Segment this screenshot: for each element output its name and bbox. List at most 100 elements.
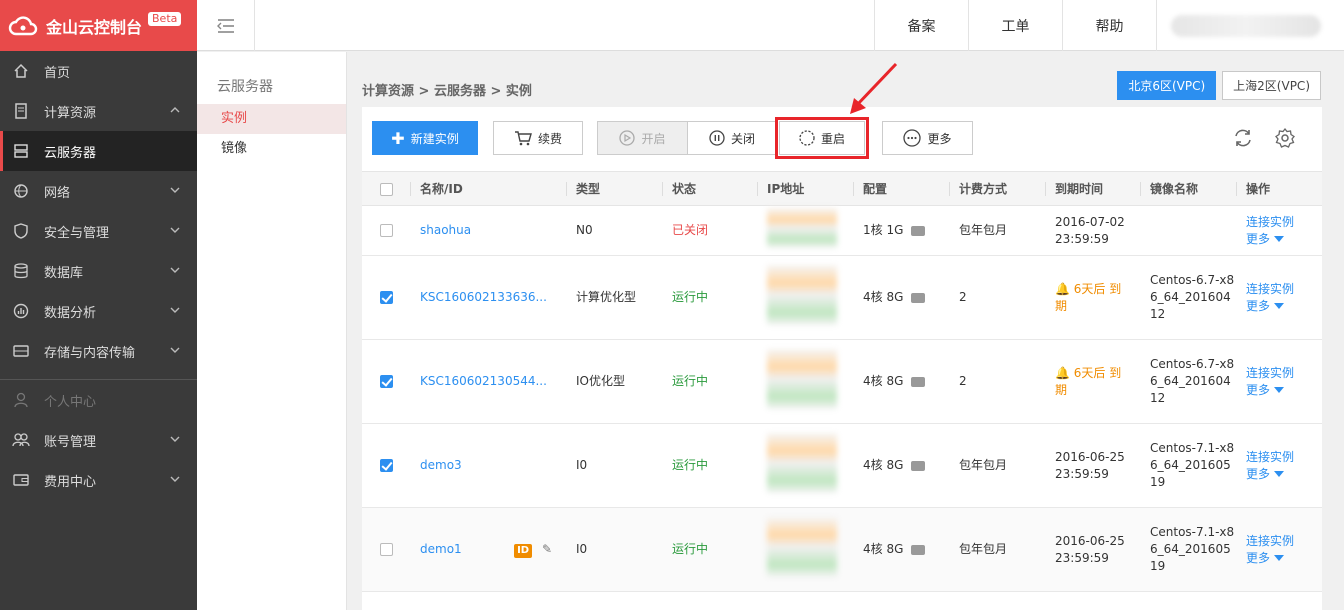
connect-instance-link[interactable]: 连接实例 [1246, 449, 1322, 466]
storage-icon [12, 342, 30, 360]
connect-instance-link[interactable]: 连接实例 [1246, 365, 1322, 382]
connect-instance-link[interactable]: 连接实例 [1246, 533, 1322, 550]
instance-status: 运行中 [672, 542, 709, 556]
stop-label: 关闭 [730, 131, 755, 146]
disk-icon [911, 376, 926, 387]
sidebar-item-compute[interactable]: 计算资源 [0, 91, 197, 131]
expire-time: 23:59:59 [1055, 466, 1109, 481]
renew-label: 续费 [537, 131, 562, 146]
sidebar-item-analytics[interactable]: 数据分析 [0, 291, 197, 331]
sidebar-item-label: 账号管理 [44, 434, 97, 450]
top-link-filing[interactable]: 备案 [874, 0, 968, 51]
instance-type: 计算优化型 [576, 290, 637, 304]
instance-name-link[interactable]: KSC160602133636... [420, 290, 547, 304]
instance-type: I0 [576, 542, 588, 556]
row-checkbox[interactable] [380, 459, 393, 472]
expire-warning: 6天后 到 [1073, 365, 1122, 380]
restart-button[interactable]: 重启 [775, 117, 869, 159]
create-instance-button[interactable]: ✚ 新建实例 [372, 121, 478, 155]
instance-config: 4核 8G [863, 458, 904, 472]
connect-instance-link[interactable]: 连接实例 [1246, 281, 1322, 298]
instance-billing: 包年包月 [959, 542, 1008, 556]
row-more-dropdown[interactable]: 更多 [1246, 231, 1285, 248]
chevron-down-icon [170, 436, 180, 442]
bell-icon: 🔔 [1055, 281, 1070, 296]
brand-header[interactable]: 金山云控制台 Beta [0, 0, 197, 51]
sidebar-item-label: 个人中心 [44, 394, 97, 410]
instance-name-link[interactable]: KSC160602130544... [420, 374, 547, 388]
start-button[interactable]: 开启 [597, 121, 688, 155]
row-checkbox[interactable] [380, 291, 393, 304]
caret-down-icon [1274, 303, 1285, 309]
start-label: 开启 [641, 131, 666, 146]
instance-status: 运行中 [672, 458, 709, 472]
row-more-dropdown[interactable]: 更多 [1246, 550, 1285, 567]
stop-button[interactable]: 关闭 [687, 121, 777, 155]
breadcrumb: 计算资源 > 云服务器 > 实例 [362, 84, 532, 99]
instance-name-link[interactable]: demo1 [420, 542, 462, 556]
row-checkbox[interactable] [380, 375, 393, 388]
expire-warning-tail: 期 [1055, 298, 1068, 313]
header-expire: 到期时间 [1045, 172, 1140, 206]
subnav-item-instances[interactable]: 实例 [197, 104, 346, 134]
more-actions-button[interactable]: 更多 [882, 121, 973, 155]
image-name: Centos-7.1-x86_64_20160519 [1150, 441, 1235, 489]
region-shanghai-2[interactable]: 上海2区(VPC) [1222, 71, 1321, 100]
menu-collapse-icon [216, 18, 234, 33]
settings-gear-icon[interactable] [1274, 127, 1296, 149]
sidebar-item-label: 数据分析 [44, 305, 97, 321]
row-more-dropdown[interactable]: 更多 [1246, 298, 1285, 315]
ip-address-blurred [767, 517, 837, 577]
expire-date: 2016-07-02 [1055, 214, 1125, 229]
header-actions: 操作 [1236, 172, 1322, 206]
shield-icon [12, 222, 30, 240]
sidebar-item-home[interactable]: 首页 [0, 51, 197, 91]
instance-config: 4核 8G [863, 374, 904, 388]
expire-warning-tail: 期 [1055, 382, 1068, 397]
table-header-row: 名称/ID 类型 状态 IP地址 配置 计费方式 到期时间 镜像名称 操作 [362, 171, 1322, 206]
row-more-label: 更多 [1246, 550, 1271, 565]
instance-billing: 2 [959, 290, 967, 304]
sidebar-item-security[interactable]: 安全与管理 [0, 211, 197, 251]
subnav-item-images[interactable]: 镜像 [197, 134, 346, 164]
sidebar-item-network[interactable]: 网络 [0, 171, 197, 211]
sidebar-item-account[interactable]: 账号管理 [0, 420, 197, 460]
row-more-dropdown[interactable]: 更多 [1246, 466, 1285, 483]
sidebar-item-label: 数据库 [44, 265, 84, 281]
row-checkbox[interactable] [380, 543, 393, 556]
sidebar-item-cloud-server[interactable]: 云服务器 [0, 131, 197, 171]
instance-billing: 包年包月 [959, 458, 1008, 472]
sidebar-item-database[interactable]: 数据库 [0, 251, 197, 291]
table-row: demo1 ID ✎ I0 运行中 4核 8G 包年包月 2016-06-25 23… [362, 507, 1322, 592]
sidebar-item-billing[interactable]: 费用中心 [0, 460, 197, 500]
instance-name-link[interactable]: demo3 [420, 458, 462, 472]
sub-navigation: 云服务器 实例 镜像 [197, 52, 347, 610]
play-icon [619, 130, 636, 146]
row-checkbox[interactable] [380, 224, 393, 237]
disk-icon [911, 460, 926, 471]
top-link-help[interactable]: 帮助 [1062, 0, 1156, 51]
renew-button[interactable]: 续费 [493, 121, 583, 155]
analytics-icon [12, 302, 30, 320]
cart-icon [514, 131, 532, 146]
top-link-ticket[interactable]: 工单 [968, 0, 1062, 51]
instance-config: 4核 8G [863, 542, 904, 556]
region-beijing-6[interactable]: 北京6区(VPC) [1117, 71, 1217, 100]
select-all-checkbox[interactable] [380, 182, 393, 196]
instance-name-link[interactable]: shaohua [420, 223, 471, 237]
disk-icon [911, 225, 926, 236]
user-menu[interactable] [1156, 0, 1344, 51]
edit-pencil-icon[interactable]: ✎ [542, 542, 552, 556]
wallet-icon [12, 471, 30, 489]
sidebar-item-label: 存储与内容传输 [44, 345, 136, 361]
header-image: 镜像名称 [1140, 172, 1236, 206]
sidebar-toggle-button[interactable] [197, 0, 255, 51]
id-badge-icon[interactable]: ID [514, 544, 533, 558]
server-icon [12, 142, 30, 160]
header-type: 类型 [566, 172, 662, 206]
connect-instance-link[interactable]: 连接实例 [1246, 214, 1322, 231]
sidebar-item-storage[interactable]: 存储与内容传输 [0, 331, 197, 371]
refresh-icon[interactable] [1232, 127, 1254, 149]
chevron-down-icon [170, 347, 180, 353]
row-more-dropdown[interactable]: 更多 [1246, 382, 1285, 399]
